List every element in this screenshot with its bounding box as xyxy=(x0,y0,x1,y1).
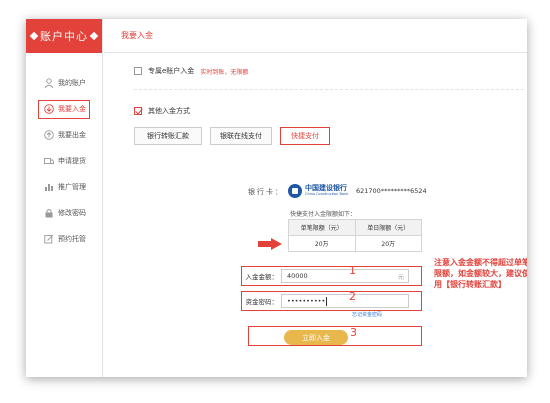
exclusive-note: 实时到账，无限额 xyxy=(200,68,249,76)
amount-unit: 元 xyxy=(397,273,404,281)
diamond-icon xyxy=(89,31,99,41)
exclusive-account-option[interactable]: 专属e账户入金 实时到账，无限额 xyxy=(134,66,248,76)
card-number: 621700*********6524 xyxy=(356,187,427,195)
edit-icon xyxy=(44,234,54,244)
ccb-logo-icon xyxy=(288,184,302,198)
arrow-up-circle-icon xyxy=(44,130,54,140)
red-arrow-icon xyxy=(258,238,282,250)
app-window: 账户中心 我的账户 我要入金 我要出金 申请提货 推广管理 修改密码 预约托管 … xyxy=(26,19,527,377)
sidebar: 账户中心 我的账户 我要入金 我要出金 申请提货 推广管理 修改密码 预约托管 xyxy=(26,19,103,377)
exclusive-checkbox[interactable] xyxy=(134,67,142,75)
table-header-cell: 单笔限额（元） xyxy=(288,219,356,236)
other-methods-label: 其他入金方式 xyxy=(148,107,190,115)
step-number: 3 xyxy=(350,326,357,339)
sidebar-item-label: 我的账户 xyxy=(58,79,86,87)
forgot-password-link[interactable]: 忘记资金密码 xyxy=(352,311,382,318)
sidebar-item-deposit[interactable]: 我要入金 xyxy=(26,99,103,119)
limit-caption: 快捷支付入金限额如下： xyxy=(290,211,357,218)
lock-icon xyxy=(44,208,54,218)
amount-value: 40000 xyxy=(287,272,308,280)
tab-deposit[interactable]: 我要入金 xyxy=(121,30,153,41)
arrow-down-circle-icon xyxy=(44,104,54,114)
password-field: 资金密码： •••••••••• xyxy=(239,293,409,309)
sidebar-item-label: 预约托管 xyxy=(58,235,86,243)
chart-icon xyxy=(44,182,54,192)
exclusive-label: 专属e账户入金 xyxy=(148,67,195,75)
diamond-icon xyxy=(29,31,39,41)
sidebar-item-withdraw[interactable]: 我要出金 xyxy=(26,125,103,145)
sidebar-item-label: 申请提货 xyxy=(58,157,86,165)
sidebar-item-pickup[interactable]: 申请提货 xyxy=(26,151,103,171)
step-number: 1 xyxy=(349,264,356,277)
other-methods-checkbox[interactable] xyxy=(134,107,142,115)
sidebar-title: 账户中心 xyxy=(40,30,88,43)
sidebar-header: 账户中心 xyxy=(26,19,102,53)
sidebar-item-change-password[interactable]: 修改密码 xyxy=(26,203,103,223)
password-value: •••••••••• xyxy=(287,297,326,305)
table-header-cell: 单日限额（元） xyxy=(354,219,422,236)
limit-warning-annotation: 注意入金金额不得超过单笔限额，如金额较大，建议使用【银行转账汇款】 xyxy=(434,258,527,289)
method-bank-transfer-button[interactable]: 银行转账汇款 xyxy=(134,127,202,145)
main-content: 我要入金 专属e账户入金 实时到账，无限额 其他入金方式 银行转账汇款 银联在线… xyxy=(104,19,527,377)
password-input[interactable]: •••••••••• xyxy=(281,294,409,308)
text-cursor xyxy=(326,296,328,306)
divider xyxy=(134,89,524,90)
user-icon xyxy=(44,78,54,89)
sidebar-item-label: 修改密码 xyxy=(58,209,86,217)
sidebar-item-my-account[interactable]: 我的账户 xyxy=(26,73,103,93)
page: 账户中心 我的账户 我要入金 我要出金 申请提货 推广管理 修改密码 预约托管 … xyxy=(0,0,550,403)
method-unionpay-button[interactable]: 银联在线支付 xyxy=(210,127,272,145)
step-number: 2 xyxy=(349,290,356,303)
table-cell: 20万 xyxy=(354,235,422,252)
amount-label: 入金金额： xyxy=(245,273,279,281)
bank-card-label: 银行卡： xyxy=(248,188,284,196)
sidebar-item-label: 我要入金 xyxy=(58,105,86,113)
amount-input[interactable]: 40000 元 xyxy=(281,269,409,283)
bank-name-en: China Construction Bank xyxy=(305,192,349,196)
table-row: 20万 20万 xyxy=(288,235,422,252)
table-cell: 20万 xyxy=(288,235,356,252)
sidebar-item-label: 推广管理 xyxy=(58,183,86,191)
sidebar-item-reserve-custody[interactable]: 预约托管 xyxy=(26,229,103,249)
table-header-row: 单笔限额（元） 单日限额（元） xyxy=(288,219,422,236)
limits-table: 单笔限额（元） 单日限额（元） 20万 20万 xyxy=(288,219,422,252)
method-quick-pay-button[interactable]: 快捷支付 xyxy=(280,127,330,145)
tab-bar: 我要入金 xyxy=(104,19,527,53)
truck-icon xyxy=(44,156,54,166)
sidebar-item-label: 我要出金 xyxy=(58,131,86,139)
other-methods-option[interactable]: 其他入金方式 xyxy=(134,106,190,116)
password-label: 资金密码： xyxy=(245,298,279,306)
amount-field: 入金金额： 40000 元 xyxy=(239,268,409,284)
submit-deposit-button[interactable]: 立即入金 xyxy=(284,330,348,345)
sidebar-item-promotion[interactable]: 推广管理 xyxy=(26,177,103,197)
